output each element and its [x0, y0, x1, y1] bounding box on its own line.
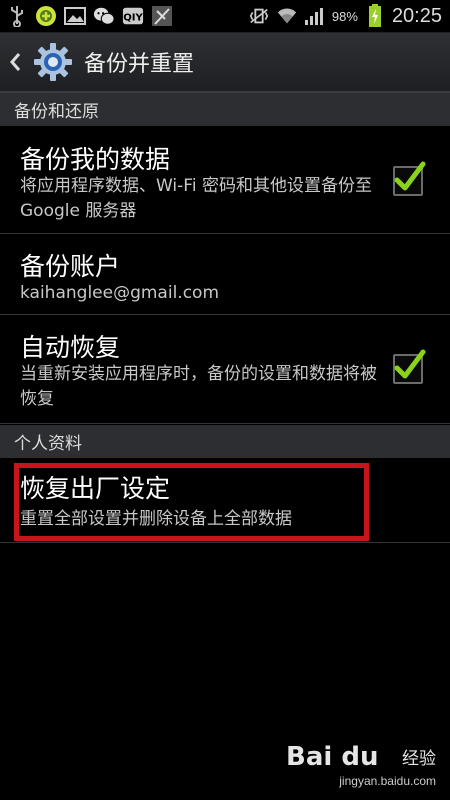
wechat-icon [93, 5, 115, 27]
signal-icon [304, 5, 326, 27]
baidu-watermark: Bai du 经验 jingyan.baidu.com [286, 740, 436, 790]
usb-icon [6, 5, 28, 27]
action-bar: 备份并重置 [0, 33, 450, 93]
svg-text:QIY: QIY [123, 13, 143, 24]
battery-icon [364, 4, 386, 27]
item-title: 备份账户 [20, 252, 121, 281]
auto-restore-checkbox[interactable] [393, 349, 426, 384]
battery-percent: 98% [331, 8, 358, 24]
flag-icon [151, 5, 173, 27]
section-header-personal: 个人资料 [0, 425, 450, 458]
section-header-backup-restore: 备份和还原 [0, 93, 450, 126]
checkmark-icon [394, 161, 426, 191]
image-icon [64, 5, 86, 27]
page-title: 备份并重置 [84, 52, 195, 77]
highlight-box [14, 463, 369, 541]
clock: 20:25 [391, 4, 442, 27]
notification-icons: QIY [6, 4, 173, 28]
section-label: 个人资料 [14, 434, 82, 454]
item-title: 备份我的数据 [20, 145, 171, 174]
account-email: kaihanglee@gmail.com [20, 283, 220, 303]
back-icon[interactable] [4, 33, 26, 91]
settings-gear-icon[interactable] [32, 41, 74, 83]
status-bar: QIY 98% 20:25 [0, 0, 450, 33]
item-title: 自动恢复 [20, 333, 121, 362]
watermark-brand: Bai du [286, 742, 379, 772]
section-label: 备份和还原 [14, 102, 99, 122]
vibrate-icon [248, 5, 270, 27]
system-indicators: 98% 20:25 [248, 3, 442, 29]
green-app-icon [35, 5, 57, 27]
checkmark-icon [394, 349, 426, 379]
watermark-url: jingyan.baidu.com [339, 774, 436, 788]
item-subtitle: 将应用程序数据、Wi-Fi 密码和其他设置备份至 Google 服务器 [20, 176, 372, 221]
iqiyi-icon: QIY [122, 5, 144, 27]
list-item-backup-account[interactable]: 备份账户 kaihanglee@gmail.com [0, 235, 450, 315]
list-item-auto-restore[interactable]: 自动恢复 当重新安装应用程序时，备份的设置和数据将被恢复 [0, 316, 450, 424]
wifi-icon [276, 5, 298, 27]
item-subtitle: 当重新安装应用程序时，备份的设置和数据将被恢复 [20, 364, 377, 409]
list-item-backup-data[interactable]: 备份我的数据 将应用程序数据、Wi-Fi 密码和其他设置备份至 Google 服… [0, 126, 450, 234]
watermark-label: 经验 [402, 749, 436, 769]
backup-data-checkbox[interactable] [393, 161, 426, 196]
